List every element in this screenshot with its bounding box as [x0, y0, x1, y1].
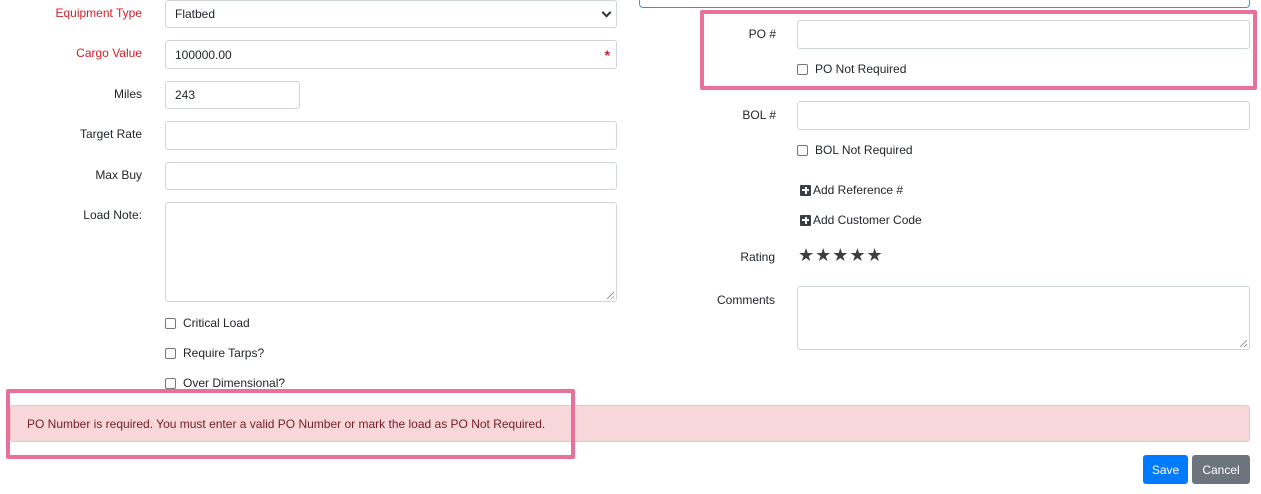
cargo-value-text: 100000.00: [175, 47, 232, 62]
target-rate-input[interactable]: [165, 121, 617, 150]
rating-label: Rating: [740, 250, 775, 264]
critical-load-checkbox[interactable]: [165, 317, 176, 329]
bol-input[interactable]: [797, 101, 1250, 130]
bol-not-required-label: BOL Not Required: [815, 143, 913, 157]
max-buy-label: Max Buy: [95, 168, 142, 182]
cargo-value-input[interactable]: 100000.00 *: [165, 40, 617, 69]
miles-value: 243: [175, 88, 196, 102]
load-note-textarea[interactable]: [165, 202, 617, 302]
rating-stars[interactable]: ★★★★★: [798, 246, 884, 264]
bol-not-required-checkbox[interactable]: [797, 144, 808, 156]
add-customer-code-label: Add Customer Code: [813, 213, 922, 227]
max-buy-input[interactable]: [165, 162, 617, 190]
require-tarps-checkbox-row[interactable]: Require Tarps?: [165, 346, 264, 360]
add-reference-label: Add Reference #: [813, 183, 904, 197]
load-note-label: Load Note:: [83, 208, 142, 222]
equipment-type-value: Flatbed: [175, 7, 216, 21]
comments-label: Comments: [716, 293, 775, 307]
save-button[interactable]: Save: [1143, 455, 1188, 484]
add-reference-link[interactable]: Add Reference #: [800, 183, 903, 197]
plus-square-icon: [800, 184, 811, 196]
miles-label: Miles: [113, 87, 142, 101]
equipment-type-select[interactable]: Flatbed: [165, 0, 617, 28]
comments-textarea[interactable]: [797, 286, 1250, 350]
critical-load-label: Critical Load: [183, 316, 250, 330]
over-dimensional-label: Over Dimensional?: [183, 376, 286, 390]
bol-not-required-checkbox-row[interactable]: BOL Not Required: [797, 143, 913, 157]
alert-highlight: [6, 389, 575, 459]
require-tarps-checkbox[interactable]: [165, 347, 176, 359]
bol-label: BOL #: [742, 108, 776, 122]
over-dimensional-checkbox[interactable]: [165, 377, 176, 389]
chevron-down-icon: [601, 7, 612, 18]
over-dimensional-checkbox-row[interactable]: Over Dimensional?: [165, 376, 285, 390]
require-tarps-label: Require Tarps?: [183, 346, 265, 360]
top-right-field-edge: [639, 0, 1250, 8]
critical-load-checkbox-row[interactable]: Critical Load: [165, 316, 250, 330]
plus-square-icon: [800, 214, 811, 226]
resize-grip-icon[interactable]: [607, 292, 614, 299]
cargo-value-label: Cargo Value: [76, 46, 142, 60]
add-customer-code-link[interactable]: Add Customer Code: [800, 213, 922, 227]
target-rate-label: Target Rate: [79, 127, 142, 141]
resize-grip-icon[interactable]: [1240, 340, 1247, 347]
cancel-button[interactable]: Cancel: [1192, 455, 1250, 484]
equipment-type-label: Equipment Type: [55, 6, 142, 20]
po-field-highlight: [700, 10, 1257, 90]
required-asterisk-icon: *: [604, 47, 610, 63]
miles-input[interactable]: 243: [165, 81, 300, 109]
